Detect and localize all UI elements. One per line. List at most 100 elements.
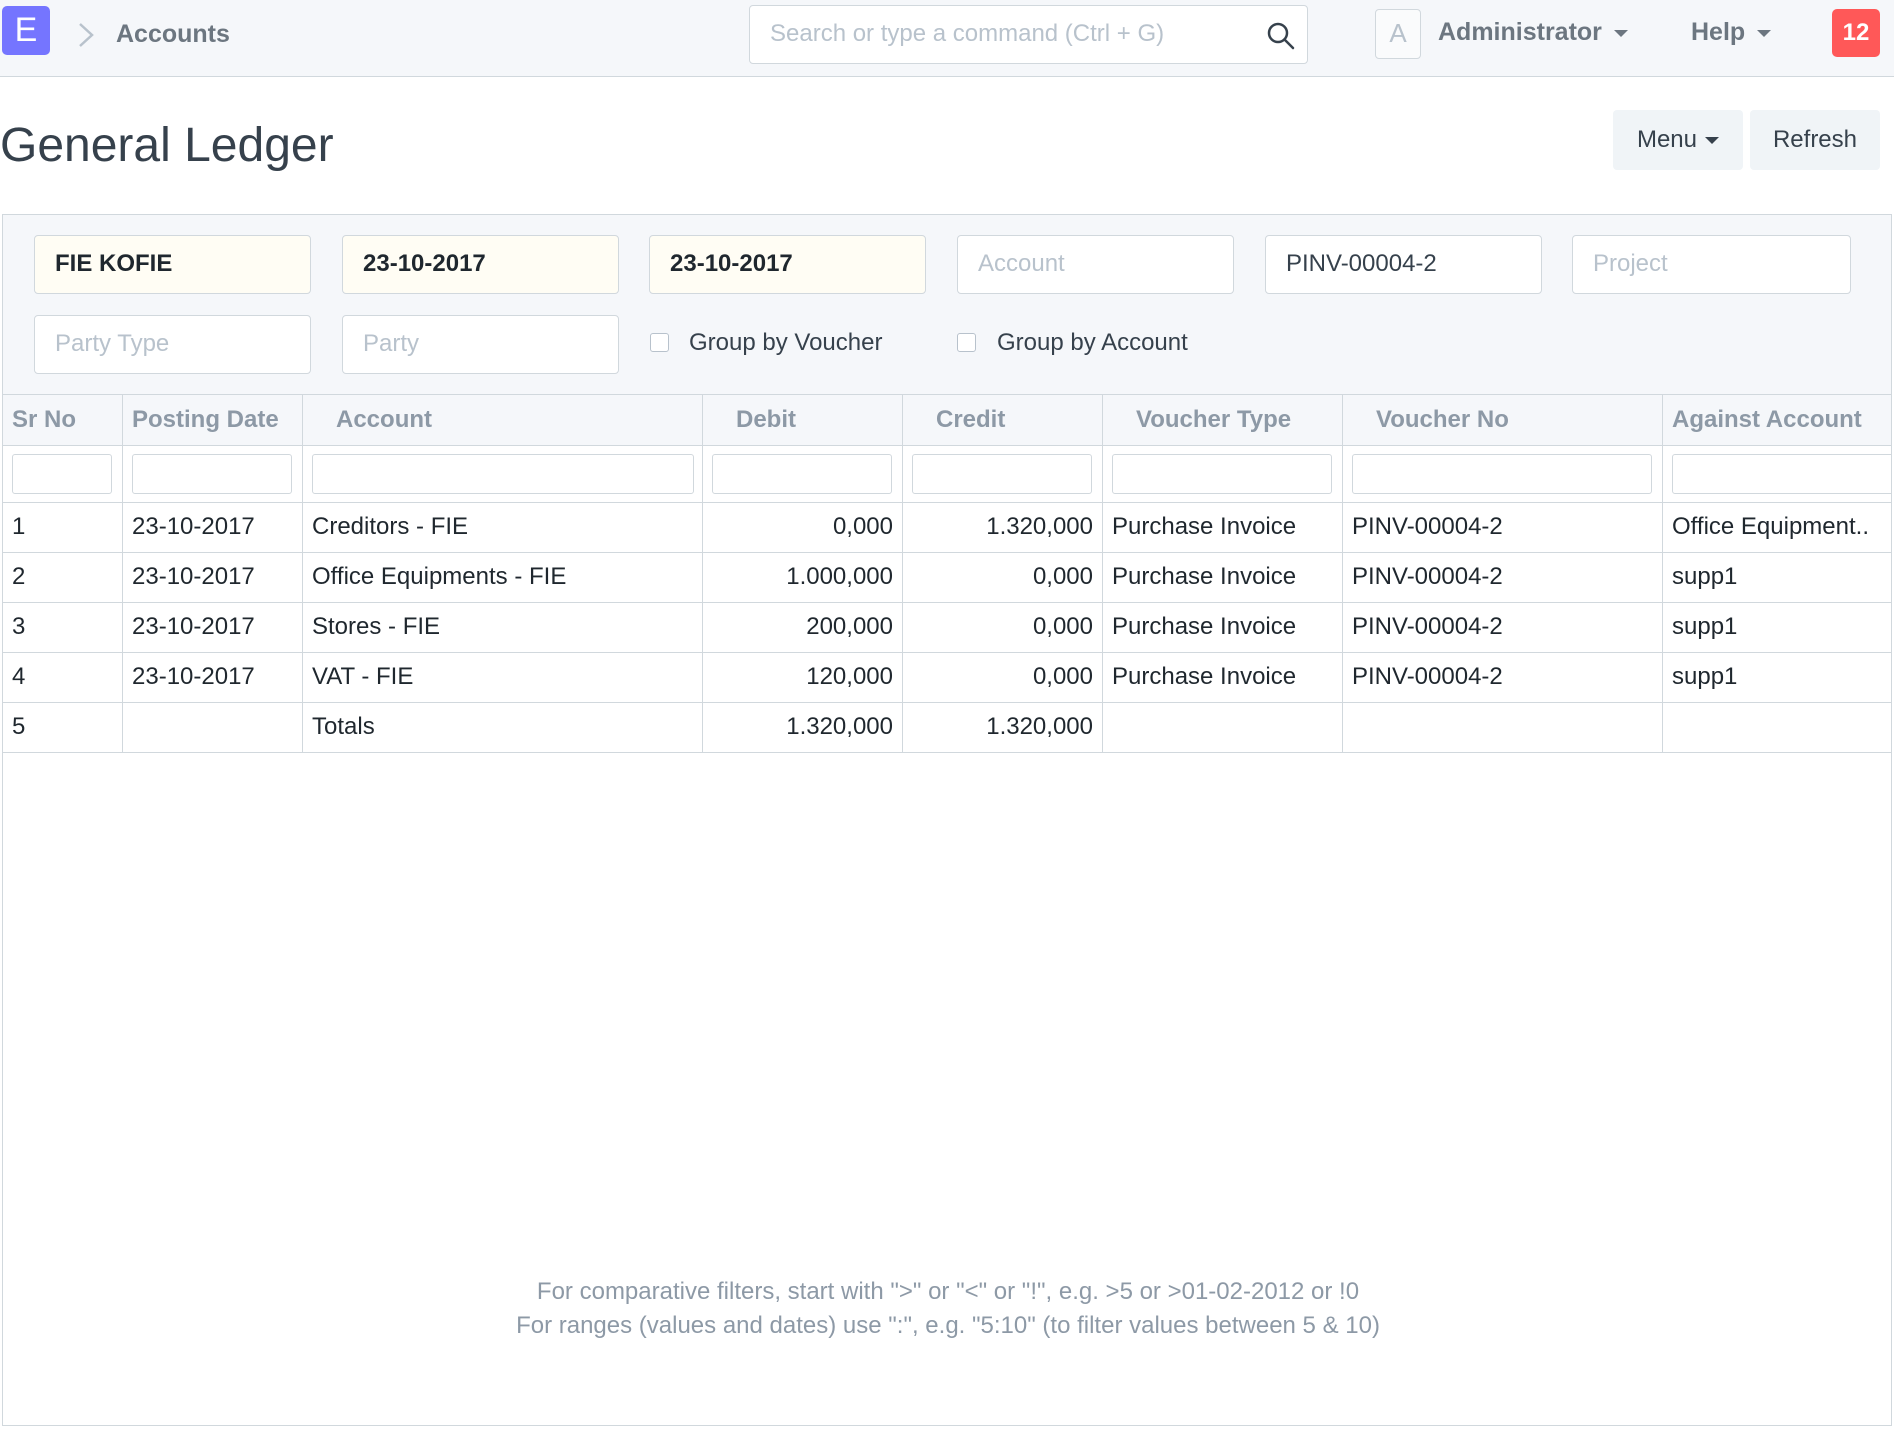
search-bar[interactable] bbox=[749, 5, 1308, 64]
account-cell: VAT - FIE bbox=[303, 653, 703, 702]
user-menu-label: Administrator bbox=[1438, 18, 1602, 46]
table-header-row: Sr No Posting Date Account Debit Credit … bbox=[3, 395, 1891, 446]
company-filter[interactable]: FIE KOFIE bbox=[34, 235, 311, 294]
voucher-type-cell bbox=[1103, 703, 1343, 752]
report-panel: FIE KOFIE 23-10-2017 23-10-2017 Account … bbox=[2, 214, 1892, 1426]
column-header[interactable]: Voucher No bbox=[1343, 395, 1663, 445]
table-row[interactable]: 1 23-10-2017 Creditors - FIE 0,000 1.320… bbox=[3, 503, 1891, 553]
voucher-no-cell: PINV-00004-2 bbox=[1343, 553, 1663, 602]
help-menu-label: Help bbox=[1691, 18, 1746, 46]
column-header[interactable]: Posting Date bbox=[123, 395, 303, 445]
table-row[interactable]: 3 23-10-2017 Stores - FIE 200,000 0,000 … bbox=[3, 603, 1891, 653]
sr-no-cell: 3 bbox=[3, 603, 123, 652]
app-logo[interactable]: E bbox=[2, 6, 50, 55]
column-filter-input[interactable] bbox=[1672, 454, 1891, 494]
column-filter-input[interactable] bbox=[712, 454, 892, 494]
voucher-no-cell: PINV-00004-2 bbox=[1343, 503, 1663, 552]
against-account-cell bbox=[1663, 703, 1891, 752]
credit-cell: 0,000 bbox=[903, 603, 1103, 652]
sr-no-cell: 1 bbox=[3, 503, 123, 552]
filter-area: FIE KOFIE 23-10-2017 23-10-2017 Account … bbox=[3, 215, 1891, 395]
search-icon[interactable] bbox=[1265, 20, 1297, 52]
chevron-right-icon bbox=[79, 23, 94, 47]
column-filter-input[interactable] bbox=[132, 454, 292, 494]
search-input[interactable] bbox=[770, 18, 1250, 50]
filter-hint-comparative: For comparative filters, start with ">" … bbox=[536, 1278, 1360, 1305]
column-filter-input[interactable] bbox=[1112, 454, 1332, 494]
group-by-account-checkbox[interactable] bbox=[957, 333, 976, 352]
table-row[interactable]: 4 23-10-2017 VAT - FIE 120,000 0,000 Pur… bbox=[3, 653, 1891, 703]
column-header[interactable]: Sr No bbox=[3, 395, 123, 445]
avatar[interactable]: A bbox=[1375, 9, 1421, 59]
account-cell: Stores - FIE bbox=[303, 603, 703, 652]
party-type-filter[interactable]: Party Type bbox=[34, 315, 311, 374]
posting-date-cell: 23-10-2017 bbox=[123, 503, 303, 552]
column-filter-cell bbox=[303, 446, 703, 502]
debit-cell: 120,000 bbox=[703, 653, 903, 702]
navbar: E Accounts A Administrator Help 12 bbox=[0, 0, 1894, 77]
column-filter-cell bbox=[1343, 446, 1663, 502]
menu-button-label: Menu bbox=[1636, 126, 1698, 153]
group-by-account-label[interactable]: Group by Account bbox=[997, 329, 1188, 357]
credit-cell: 1.320,000 bbox=[903, 703, 1103, 752]
voucher-no-filter[interactable]: PINV-00004-2 bbox=[1265, 235, 1542, 294]
totals-row[interactable]: 5 Totals 1.320,000 1.320,000 bbox=[3, 703, 1891, 753]
column-filter-cell bbox=[1103, 446, 1343, 502]
debit-cell: 1.320,000 bbox=[703, 703, 903, 752]
sr-no-cell: 5 bbox=[3, 703, 123, 752]
voucher-no-cell bbox=[1343, 703, 1663, 752]
notification-badge[interactable]: 12 bbox=[1832, 9, 1880, 57]
party-filter[interactable]: Party bbox=[342, 315, 619, 374]
column-filter-input[interactable] bbox=[12, 454, 112, 494]
column-header[interactable]: Voucher Type bbox=[1103, 395, 1343, 445]
caret-down-icon bbox=[1705, 137, 1720, 145]
column-filter-input[interactable] bbox=[312, 454, 694, 494]
sr-no-cell: 4 bbox=[3, 653, 123, 702]
from-date-filter[interactable]: 23-10-2017 bbox=[342, 235, 619, 294]
posting-date-cell: 23-10-2017 bbox=[123, 653, 303, 702]
column-filter-input[interactable] bbox=[1352, 454, 1652, 494]
posting-date-cell: 23-10-2017 bbox=[123, 603, 303, 652]
debit-cell: 200,000 bbox=[703, 603, 903, 652]
debit-cell: 0,000 bbox=[703, 503, 903, 552]
caret-down-icon bbox=[1613, 29, 1628, 37]
column-filter-cell bbox=[903, 446, 1103, 502]
voucher-type-cell: Purchase Invoice bbox=[1103, 553, 1343, 602]
column-filter-input[interactable] bbox=[912, 454, 1092, 494]
account-cell: Totals bbox=[303, 703, 703, 752]
sr-no-cell: 2 bbox=[3, 553, 123, 602]
page-title: General Ledger bbox=[0, 119, 334, 172]
user-menu[interactable]: Administrator bbox=[1438, 18, 1628, 47]
refresh-button[interactable]: Refresh bbox=[1750, 110, 1880, 170]
caret-down-icon bbox=[1757, 29, 1772, 37]
voucher-type-cell: Purchase Invoice bbox=[1103, 603, 1343, 652]
credit-cell: 1.320,000 bbox=[903, 503, 1103, 552]
column-header[interactable]: Against Account bbox=[1663, 395, 1891, 445]
column-header[interactable]: Debit bbox=[703, 395, 903, 445]
account-cell: Creditors - FIE bbox=[303, 503, 703, 552]
account-filter[interactable]: Account bbox=[957, 235, 1234, 294]
voucher-no-cell: PINV-00004-2 bbox=[1343, 653, 1663, 702]
help-menu[interactable]: Help bbox=[1691, 18, 1772, 47]
group-by-voucher-checkbox[interactable] bbox=[650, 333, 669, 352]
posting-date-cell bbox=[123, 703, 303, 752]
column-filter-cell bbox=[3, 446, 123, 502]
group-by-voucher-label[interactable]: Group by Voucher bbox=[689, 329, 882, 357]
column-filter-row bbox=[3, 446, 1891, 503]
project-filter[interactable]: Project bbox=[1572, 235, 1851, 294]
menu-button[interactable]: Menu bbox=[1613, 110, 1743, 170]
breadcrumb-accounts[interactable]: Accounts bbox=[116, 20, 230, 49]
table-row[interactable]: 2 23-10-2017 Office Equipments - FIE 1.0… bbox=[3, 553, 1891, 603]
to-date-filter[interactable]: 23-10-2017 bbox=[649, 235, 926, 294]
account-cell: Office Equipments - FIE bbox=[303, 553, 703, 602]
voucher-no-cell: PINV-00004-2 bbox=[1343, 603, 1663, 652]
posting-date-cell: 23-10-2017 bbox=[123, 553, 303, 602]
column-header[interactable]: Account bbox=[303, 395, 703, 445]
column-header[interactable]: Credit bbox=[903, 395, 1103, 445]
voucher-type-cell: Purchase Invoice bbox=[1103, 503, 1343, 552]
voucher-type-cell: Purchase Invoice bbox=[1103, 653, 1343, 702]
column-filter-cell bbox=[703, 446, 903, 502]
against-account-cell: supp1 bbox=[1663, 603, 1891, 652]
column-filter-cell bbox=[123, 446, 303, 502]
debit-cell: 1.000,000 bbox=[703, 553, 903, 602]
